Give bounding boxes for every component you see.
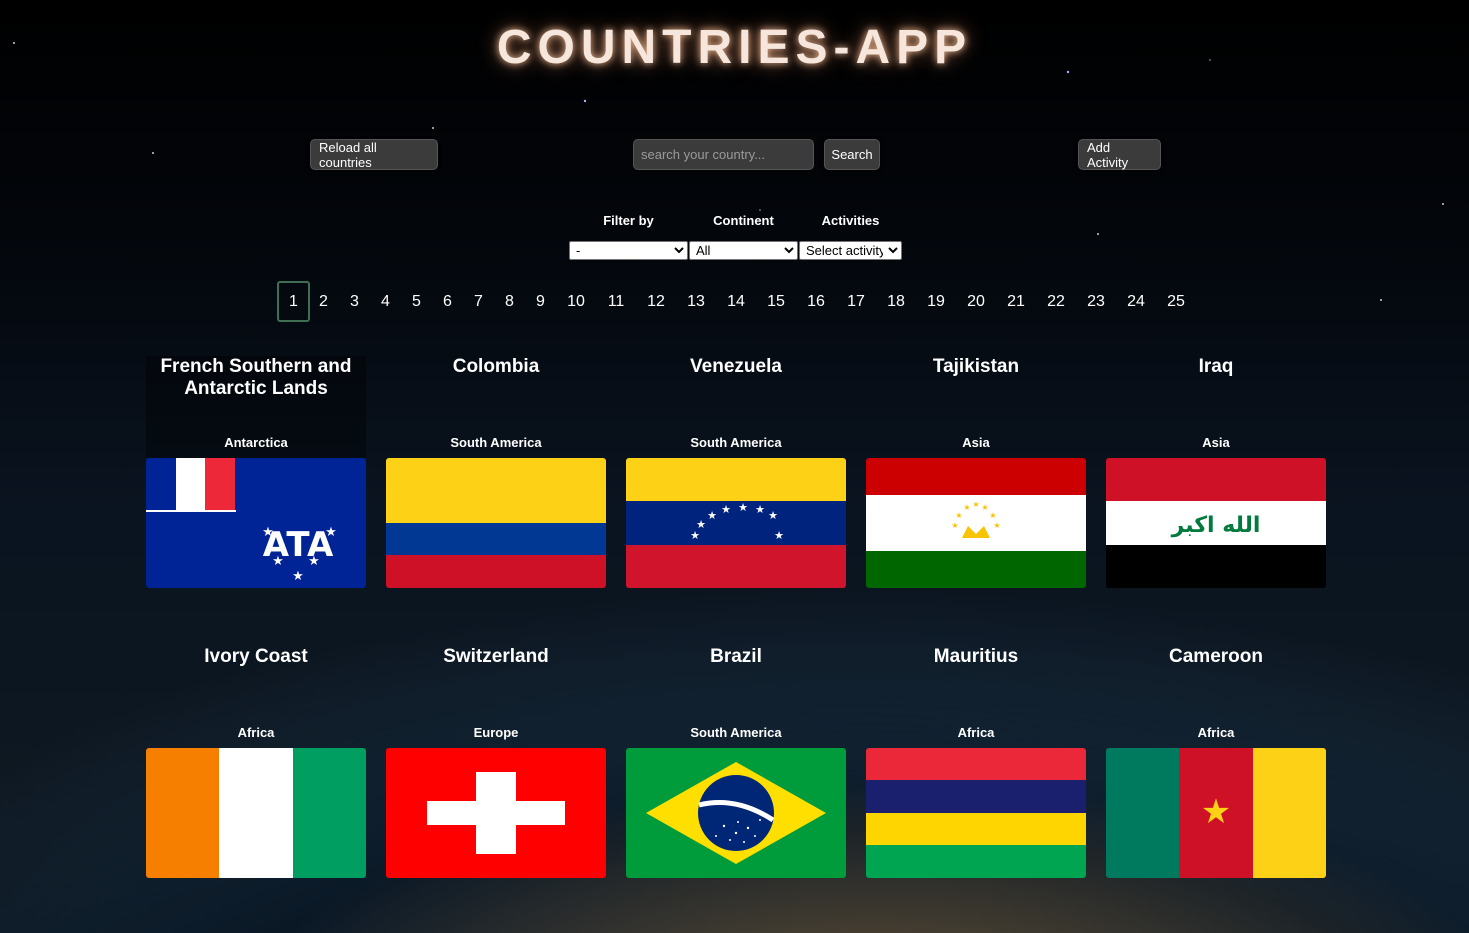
- svg-text:★: ★: [768, 509, 778, 522]
- page-5-button[interactable]: 5: [401, 281, 432, 322]
- svg-text:★: ★: [951, 521, 958, 530]
- svg-text:★: ★: [696, 518, 706, 531]
- country-continent: Africa: [957, 725, 995, 740]
- activities-label: Activities: [821, 213, 880, 228]
- svg-text:★: ★: [993, 521, 1000, 530]
- filter-by-select[interactable]: -: [569, 241, 688, 260]
- colombia-flag: [386, 458, 606, 588]
- page-24-button[interactable]: 24: [1116, 281, 1156, 322]
- svg-text:★: ★: [721, 503, 731, 516]
- page-4-button[interactable]: 4: [370, 281, 401, 322]
- page-25-button[interactable]: 25: [1156, 281, 1196, 322]
- svg-text:★: ★: [308, 554, 320, 569]
- page-7-button[interactable]: 7: [463, 281, 494, 322]
- country-name: French Southern and Antarctic Lands: [160, 356, 352, 399]
- page-23-button[interactable]: 23: [1076, 281, 1116, 322]
- country-name: Colombia: [452, 356, 540, 377]
- country-card[interactable]: Iraq Asia الله اكبر: [1106, 356, 1326, 588]
- svg-text:★: ★: [738, 501, 748, 514]
- country-card[interactable]: Colombia South America: [386, 356, 606, 588]
- country-card[interactable]: Switzerland Europe: [386, 646, 606, 878]
- svg-text:★: ★: [325, 525, 337, 540]
- page-9-button[interactable]: 9: [525, 281, 556, 322]
- add-activity-button[interactable]: Add Activity: [1078, 139, 1161, 170]
- page-18-button[interactable]: 18: [876, 281, 916, 322]
- country-name: Venezuela: [690, 356, 782, 377]
- svg-text:★: ★: [774, 529, 784, 542]
- svg-text:★: ★: [989, 511, 996, 520]
- country-continent: South America: [690, 725, 782, 740]
- page-13-button[interactable]: 13: [676, 281, 716, 322]
- page-22-button[interactable]: 22: [1036, 281, 1076, 322]
- page-2-button[interactable]: 2: [308, 281, 339, 322]
- tajikistan-flag: ★★★ ★ ★★ ★: [866, 458, 1086, 588]
- mauritius-flag: [866, 748, 1086, 878]
- switzerland-flag: [386, 748, 606, 878]
- page-21-button[interactable]: 21: [996, 281, 1036, 322]
- page-8-button[interactable]: 8: [494, 281, 525, 322]
- country-name: Brazil: [710, 646, 762, 667]
- country-name: Iraq: [1198, 356, 1234, 377]
- app-title: COUNTRIES-APP: [496, 21, 973, 74]
- country-continent: Antarctica: [224, 435, 288, 450]
- country-card[interactable]: Venezuela South America ★ ★ ★ ★ ★ ★ ★ ★: [626, 356, 846, 588]
- country-card[interactable]: Mauritius Africa: [866, 646, 1086, 878]
- page-12-button[interactable]: 12: [636, 281, 676, 322]
- filter-by-label: Filter by: [603, 213, 654, 228]
- country-continent: South America: [690, 435, 782, 450]
- svg-text:★: ★: [755, 503, 765, 516]
- country-name: Mauritius: [933, 646, 1019, 667]
- svg-text:★: ★: [963, 503, 970, 512]
- country-card[interactable]: Ivory Coast Africa: [146, 646, 366, 878]
- iraq-flag-text: الله اكبر: [1171, 513, 1261, 538]
- country-card[interactable]: French Southern and Antarctic Lands Anta…: [146, 356, 366, 588]
- country-continent: Europe: [473, 725, 519, 740]
- search-input[interactable]: [633, 139, 814, 170]
- country-continent: Asia: [1202, 435, 1230, 450]
- reload-countries-button[interactable]: Reload all countries: [310, 139, 438, 170]
- continent-select[interactable]: All: [689, 241, 798, 260]
- page-1-button[interactable]: 1: [277, 281, 310, 322]
- search-button[interactable]: Search: [824, 139, 880, 170]
- country-continent: Africa: [237, 725, 275, 740]
- svg-text:★: ★: [292, 569, 304, 584]
- country-card[interactable]: Tajikistan Asia ★ ★ ★ ★ ★ ★ ★: [866, 356, 1086, 588]
- country-continent: South America: [450, 435, 542, 450]
- page-16-button[interactable]: 16: [796, 281, 836, 322]
- country-name: Switzerland: [443, 646, 549, 667]
- page-19-button[interactable]: 19: [916, 281, 956, 322]
- country-name: Cameroon: [1169, 646, 1263, 667]
- french-southern-antarctic-lands-flag: ATA ★ ★ ★ ★ ★: [146, 458, 366, 588]
- cameroon-flag: ★: [1106, 748, 1326, 878]
- country-continent: Asia: [962, 435, 990, 450]
- svg-text:★: ★: [707, 509, 717, 522]
- page-3-button[interactable]: 3: [339, 281, 370, 322]
- ivory-coast-flag: [146, 748, 366, 878]
- country-name: Tajikistan: [932, 356, 1020, 377]
- page-20-button[interactable]: 20: [956, 281, 996, 322]
- page-10-button[interactable]: 10: [556, 281, 596, 322]
- venezuela-flag: ★★★ ★ ★ ★ ★★: [626, 458, 846, 588]
- country-name: Ivory Coast: [204, 646, 308, 667]
- country-card[interactable]: Cameroon Africa ★: [1106, 646, 1326, 878]
- brazil-flag: [626, 748, 846, 878]
- svg-text:★: ★: [272, 554, 284, 569]
- page-14-button[interactable]: 14: [716, 281, 756, 322]
- country-card[interactable]: Brazil South America: [626, 646, 846, 878]
- country-continent: Africa: [1197, 725, 1235, 740]
- svg-text:★: ★: [981, 503, 988, 512]
- page-11-button[interactable]: 11: [596, 281, 636, 322]
- svg-text:★: ★: [955, 511, 962, 520]
- svg-text:★: ★: [972, 500, 979, 509]
- svg-text:★: ★: [1201, 792, 1231, 832]
- activities-select[interactable]: Select activity: [799, 241, 902, 260]
- continent-label: Continent: [713, 213, 774, 228]
- page-17-button[interactable]: 17: [836, 281, 876, 322]
- iraq-flag: الله اكبر: [1106, 458, 1326, 588]
- svg-text:★: ★: [262, 525, 274, 540]
- page-15-button[interactable]: 15: [756, 281, 796, 322]
- page-6-button[interactable]: 6: [432, 281, 463, 322]
